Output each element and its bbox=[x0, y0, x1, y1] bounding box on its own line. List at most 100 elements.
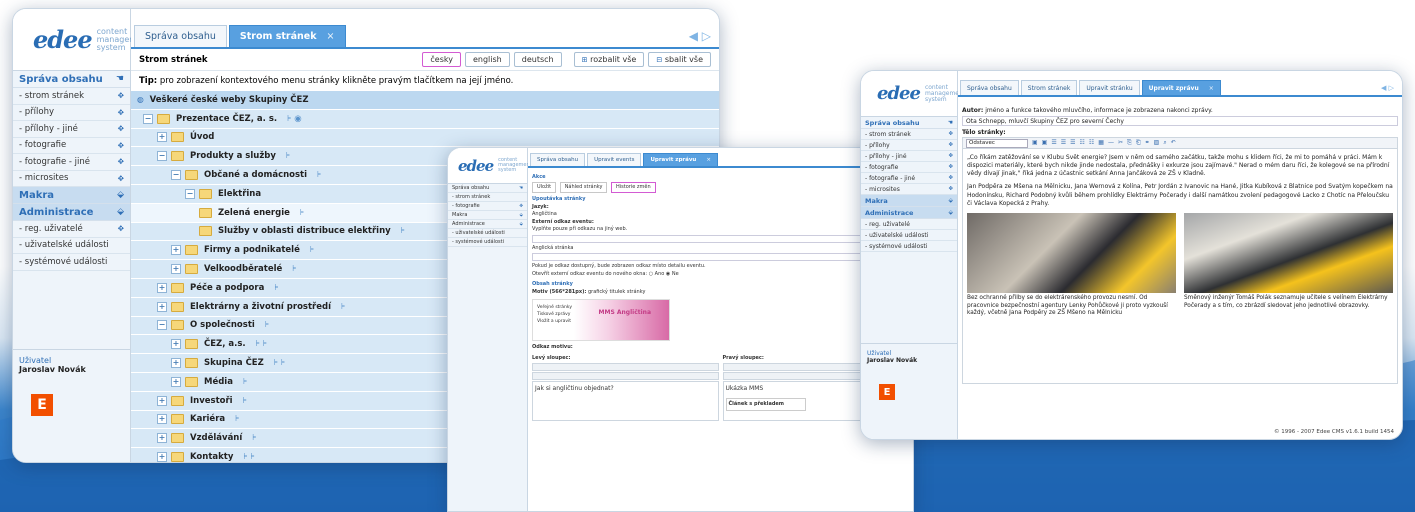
tree-node[interactable]: + Úvod bbox=[131, 128, 719, 148]
expand-toggle-icon[interactable]: + bbox=[171, 376, 181, 387]
history-button[interactable]: Historie změn bbox=[611, 181, 656, 193]
tab-content-management[interactable]: Správa obsahu bbox=[530, 153, 586, 166]
expand-toggle-icon[interactable]: + bbox=[171, 358, 181, 369]
lang-german-button[interactable]: deutsch bbox=[513, 52, 562, 67]
expand-toggle-icon[interactable]: + bbox=[157, 452, 167, 462]
align-right-icon[interactable]: ☰ bbox=[1070, 139, 1075, 147]
link-icon[interactable]: ⚭ bbox=[1145, 139, 1150, 147]
nav-item[interactable]: - systémové události bbox=[448, 238, 527, 247]
left-column-editor[interactable]: Jak si angličtinu objednat? bbox=[532, 381, 719, 421]
banner-image[interactable]: Veřejné stránky Tiskové zprávy Vložit a … bbox=[532, 299, 670, 341]
search-icon[interactable]: ⌕ bbox=[1163, 139, 1166, 147]
lang-czech-button[interactable]: česky bbox=[422, 52, 461, 67]
tab-edit-news[interactable]: Upravit zprávu × bbox=[1141, 80, 1221, 95]
nav-item-attachments-other[interactable]: - přílohy - jiné ✥ bbox=[861, 151, 957, 162]
format-select[interactable]: Odstavec bbox=[966, 138, 1028, 148]
radio-no[interactable]: ◉ Ne bbox=[666, 271, 679, 277]
save-button[interactable]: Uložit bbox=[532, 181, 557, 193]
rule-icon[interactable]: — bbox=[1108, 139, 1114, 147]
expand-toggle-icon[interactable]: − bbox=[157, 320, 167, 331]
nav-item-attachments[interactable]: - přílohy ✥ bbox=[861, 140, 957, 151]
expand-toggle-icon[interactable]: + bbox=[157, 395, 167, 406]
expand-toggle-icon[interactable]: + bbox=[157, 301, 167, 312]
nav-item[interactable]: Správa obsahu ☚ bbox=[448, 184, 527, 193]
edee-logo[interactable]: edee content management system bbox=[13, 9, 150, 71]
nav-item-microsites[interactable]: - microsites ✥ bbox=[13, 171, 130, 187]
edee-logo[interactable]: edee content management system bbox=[861, 71, 965, 117]
tab-scroll-arrows-icon[interactable]: ◀ ▷ bbox=[689, 29, 719, 47]
nav-item[interactable]: - uživatelské události bbox=[448, 229, 527, 238]
nav-section-admin[interactable]: Administrace ⬙ bbox=[13, 204, 130, 221]
expand-toggle-icon[interactable]: + bbox=[157, 132, 167, 143]
align-center-icon[interactable]: ☰ bbox=[1061, 139, 1066, 147]
close-icon[interactable]: × bbox=[706, 157, 711, 163]
tab-content-management[interactable]: Správa obsahu bbox=[134, 25, 227, 47]
list-icon[interactable]: ☷ bbox=[1080, 139, 1085, 147]
nav-item-attachments[interactable]: - přílohy ✥ bbox=[13, 105, 130, 121]
expand-toggle-icon[interactable]: − bbox=[157, 151, 167, 162]
expand-toggle-icon[interactable]: − bbox=[171, 170, 181, 181]
close-icon[interactable]: × bbox=[327, 31, 335, 42]
nav-section-macros[interactable]: Makra ⬙ bbox=[13, 187, 130, 204]
tab-edit-events[interactable]: Upravit events bbox=[587, 153, 642, 166]
bold-icon[interactable]: ▣ bbox=[1032, 139, 1038, 147]
expand-toggle-icon[interactable]: − bbox=[185, 188, 195, 199]
nav-item-reg-users[interactable]: - reg. uživatelé ✥ bbox=[13, 221, 130, 238]
nav-item[interactable]: - strom stránek bbox=[448, 193, 527, 202]
tab-edit-news[interactable]: Upravit zprávu × bbox=[643, 153, 718, 166]
align-left-icon[interactable]: ☰ bbox=[1051, 139, 1056, 147]
table-icon[interactable]: ▦ bbox=[1098, 139, 1104, 147]
close-icon[interactable]: × bbox=[1209, 85, 1214, 92]
nav-item-user-events[interactable]: - uživatelské události bbox=[861, 230, 957, 241]
radio-yes[interactable]: ○ Ano bbox=[649, 271, 665, 277]
edee-logo[interactable]: edee content management system bbox=[448, 148, 532, 184]
external-link-input[interactable] bbox=[532, 234, 909, 243]
tab-scroll-arrows-icon[interactable]: ◀ ▷ bbox=[1381, 84, 1402, 95]
nav-item-user-events[interactable]: - uživatelské události bbox=[13, 238, 130, 254]
nav-section-macros[interactable]: Makra ⬙ bbox=[861, 195, 957, 207]
nav-section-content[interactable]: Správa obsahu ☚ bbox=[13, 71, 130, 88]
nav-item-page-tree[interactable]: - strom stránek ✥ bbox=[861, 129, 957, 140]
italic-icon[interactable]: ▣ bbox=[1042, 139, 1048, 147]
author-input[interactable]: Ota Schnepp, mluvčí Skupiny ČEZ pro seve… bbox=[962, 116, 1398, 127]
nav-item-system-events[interactable]: - systémové události bbox=[861, 241, 957, 252]
nav-item[interactable]: - fotografie ✥ bbox=[448, 202, 527, 211]
lang-english-button[interactable]: english bbox=[464, 52, 510, 67]
page-title-input[interactable] bbox=[532, 253, 909, 261]
expand-toggle-icon[interactable]: + bbox=[171, 245, 181, 256]
photo-control-room-image[interactable] bbox=[1184, 212, 1393, 293]
undo-icon[interactable]: ↶ bbox=[1171, 139, 1176, 147]
tab-page-tree[interactable]: Strom stránek bbox=[1020, 80, 1078, 95]
nav-item-microsites[interactable]: - microsites ✥ bbox=[861, 184, 957, 195]
nav-item[interactable]: Makra ⬙ bbox=[448, 211, 527, 220]
expand-toggle-icon[interactable]: + bbox=[157, 433, 167, 444]
nav-item-attachments-other[interactable]: - přílohy - jiné ✥ bbox=[13, 121, 130, 138]
tab-edit-page[interactable]: Upravit stránku bbox=[1079, 80, 1140, 95]
nav-item-photos-other[interactable]: - fotografie - jiné ✥ bbox=[13, 154, 130, 171]
cut-icon[interactable]: ✂ bbox=[1118, 139, 1123, 147]
editor-toolbar[interactable] bbox=[532, 372, 719, 380]
expand-toggle-icon[interactable]: + bbox=[171, 264, 181, 275]
nav-item-reg-users[interactable]: - reg. uživatelé bbox=[861, 219, 957, 230]
copy-icon[interactable]: ⎘ bbox=[1127, 139, 1132, 147]
collapse-all-button[interactable]: ⊟ sbalit vše bbox=[648, 52, 711, 67]
tree-node[interactable]: ◍ Veškeré české weby Skupiny ČEZ bbox=[131, 91, 719, 110]
nav-item-system-events[interactable]: - systémové události bbox=[13, 254, 130, 271]
expand-toggle-icon[interactable]: + bbox=[171, 339, 181, 350]
tree-node[interactable]: − Prezentace ČEZ, a. s. ⊧ ◉ bbox=[131, 109, 719, 129]
paste-icon[interactable]: ⎗ bbox=[1136, 139, 1141, 147]
nav-section-content[interactable]: Správa obsahu ☚ bbox=[861, 117, 957, 129]
photo-helmet-fitting[interactable] bbox=[967, 212, 1176, 293]
nav-item[interactable]: Administrace ⬙ bbox=[448, 220, 527, 229]
nav-item-photos-other[interactable]: - fotografie - jiné ✥ bbox=[861, 173, 957, 184]
preview-button[interactable]: Náhled stránky bbox=[559, 181, 608, 193]
expand-toggle-icon[interactable]: + bbox=[157, 414, 167, 425]
nav-section-admin[interactable]: Administrace ⬙ bbox=[861, 207, 957, 219]
expand-all-button[interactable]: ⊞ rozbalit vše bbox=[573, 52, 645, 67]
tab-content-management[interactable]: Správa obsahu bbox=[960, 80, 1019, 95]
body-editor[interactable]: „Co říkám zatěžování se v Klubu Svět ene… bbox=[962, 149, 1398, 385]
numbered-list-icon[interactable]: ☷ bbox=[1089, 139, 1094, 147]
nav-item-page-tree[interactable]: - strom stránek ✥ bbox=[13, 88, 130, 105]
expand-toggle-icon[interactable]: + bbox=[157, 282, 167, 293]
editor-toolbar[interactable] bbox=[532, 363, 719, 371]
